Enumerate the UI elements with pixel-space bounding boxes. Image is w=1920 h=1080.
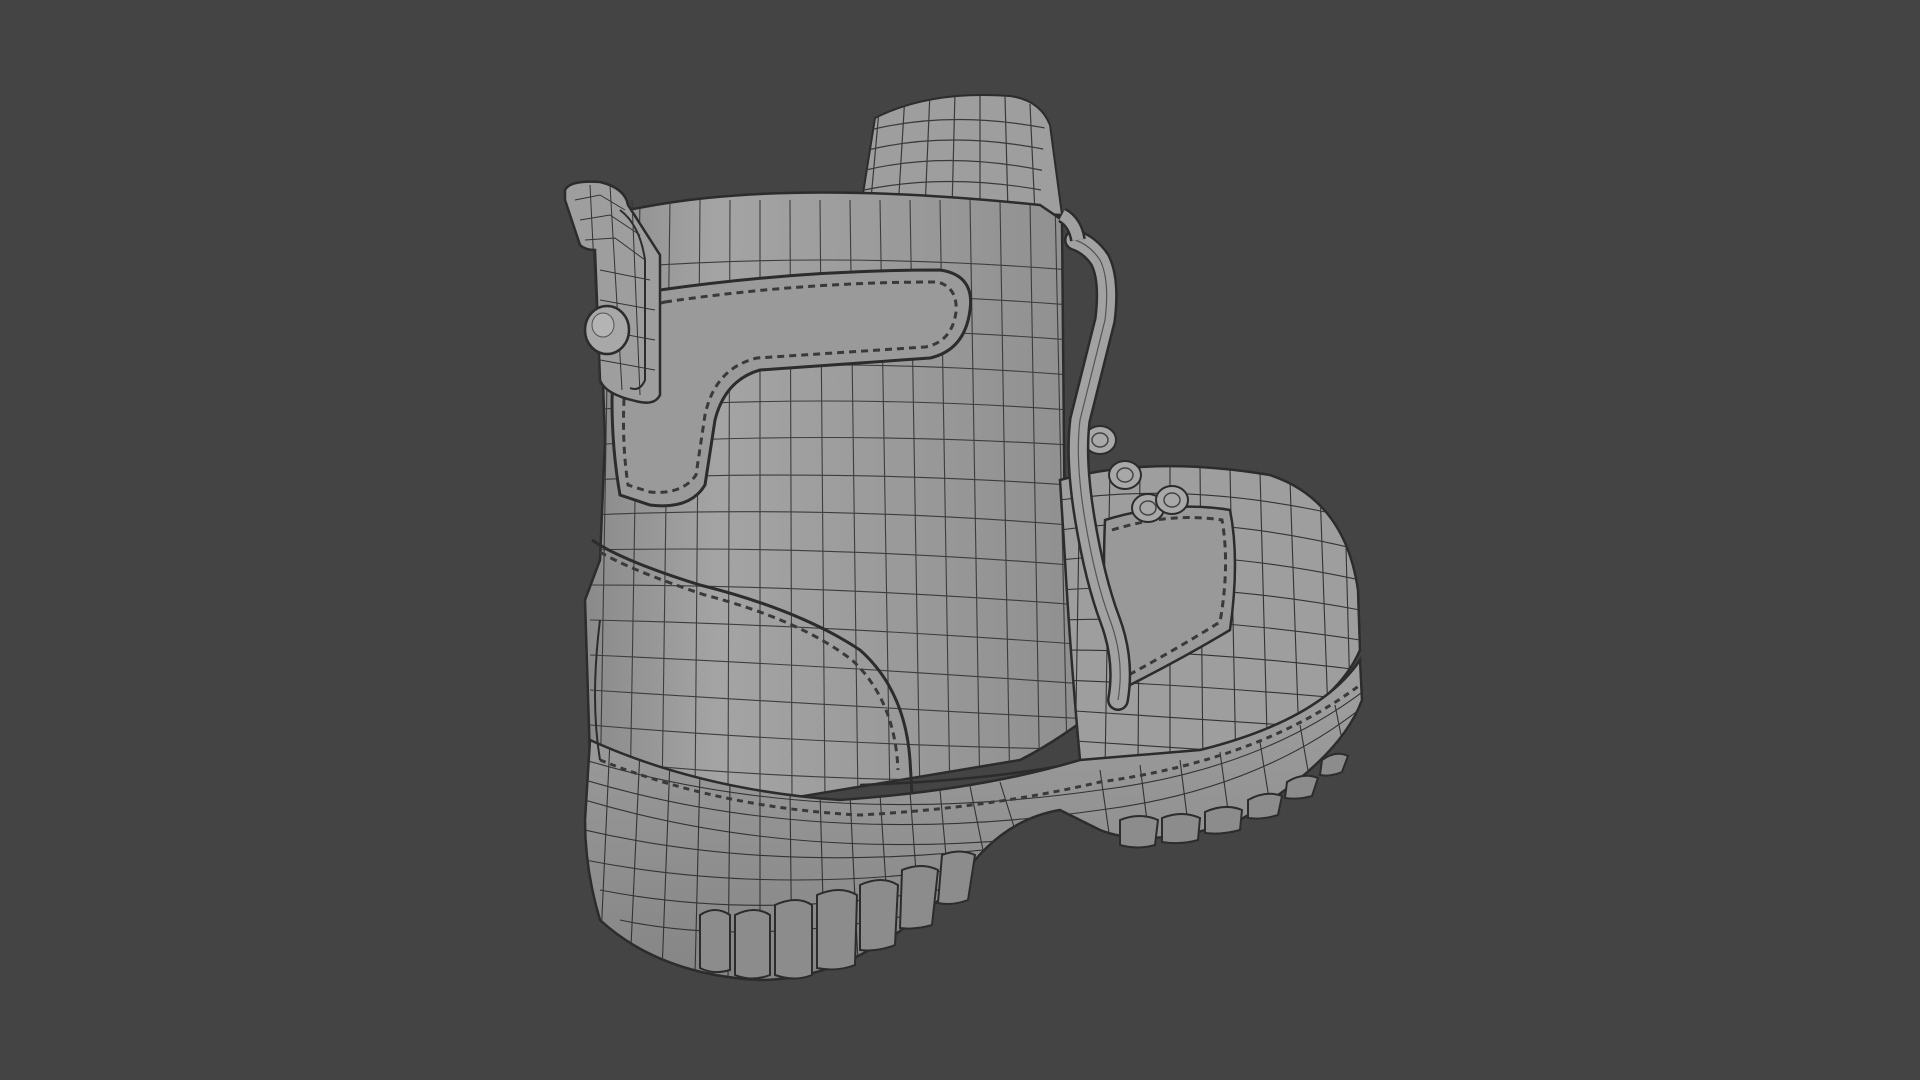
boot-upper bbox=[583, 191, 1112, 804]
3d-viewport[interactable] bbox=[0, 0, 1920, 1080]
boot-mesh-icon[interactable] bbox=[0, 0, 1920, 1080]
